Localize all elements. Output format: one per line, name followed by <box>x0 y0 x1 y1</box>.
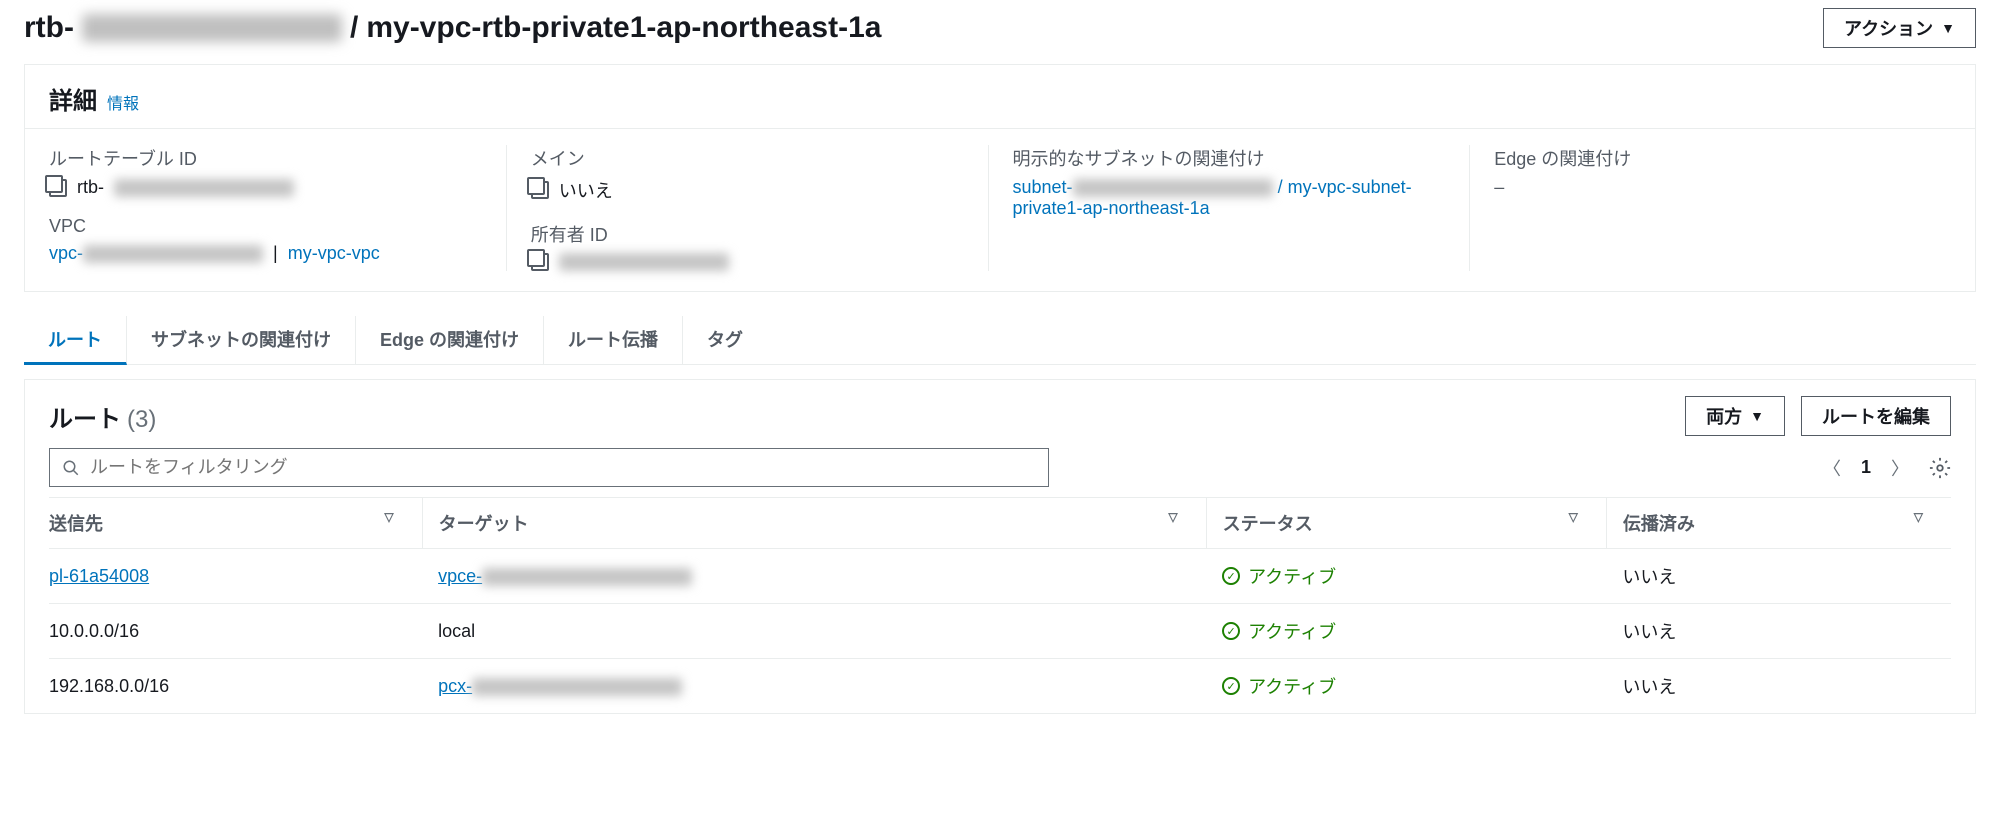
edge-assoc-label: Edge の関連付け <box>1494 145 1927 171</box>
actions-label: アクション <box>1844 15 1933 41</box>
edge-assoc-value: – <box>1494 177 1927 198</box>
vpc-id-redacted <box>83 245 263 263</box>
check-circle-icon <box>1222 567 1240 585</box>
destination-value: 192.168.0.0/16 <box>49 659 422 714</box>
check-circle-icon <box>1222 677 1240 695</box>
col-propagated[interactable]: 伝播済み▽ <box>1606 498 1951 549</box>
status-badge: アクティブ <box>1222 673 1336 699</box>
filter-input[interactable] <box>90 457 1036 478</box>
vpc-link[interactable]: vpc- <box>49 243 263 264</box>
route-table-id-redacted <box>114 179 294 197</box>
details-panel: 詳細 情報 ルートテーブル ID rtb- VPC <box>24 64 1976 292</box>
col-status[interactable]: ステータス▽ <box>1206 498 1606 549</box>
target-redacted <box>472 678 682 696</box>
tab-subnet-associations[interactable]: サブネットの関連付け <box>127 316 356 364</box>
routes-table: 送信先▽ ターゲット▽ ステータス▽ 伝播済み▽ pl-61a54008 vpc… <box>49 497 1951 713</box>
sort-icon: ▽ <box>1569 510 1578 524</box>
page-number: 1 <box>1861 457 1871 478</box>
rtb-prefix: rtb- <box>24 11 74 45</box>
tab-edge-associations[interactable]: Edge の関連付け <box>356 316 544 364</box>
tabs: ルート サブネットの関連付け Edge の関連付け ルート伝播 タグ <box>24 316 1976 365</box>
tab-route-propagation[interactable]: ルート伝播 <box>544 316 683 364</box>
table-row: 10.0.0.0/16 local アクティブ いいえ <box>49 604 1951 659</box>
copy-icon[interactable] <box>531 253 549 271</box>
destination-value: 10.0.0.0/16 <box>49 604 422 659</box>
subnet-assoc-label: 明示的なサブネットの関連付け <box>1013 145 1446 171</box>
target-link[interactable]: vpce- <box>438 566 692 586</box>
propagated-value: いいえ <box>1606 549 1951 604</box>
caret-down-icon: ▼ <box>1750 408 1764 424</box>
breadcrumb: rtb- / my-vpc-rtb-private1-ap-northeast-… <box>24 11 881 45</box>
sort-icon: ▽ <box>384 510 393 524</box>
routes-title: ルート <box>49 399 121 434</box>
details-title: 詳細 <box>49 81 97 116</box>
routes-count: (3) <box>127 406 156 434</box>
col-target[interactable]: ターゲット▽ <box>422 498 1206 549</box>
subnet-id-redacted <box>1073 179 1273 197</box>
main-value: いいえ <box>559 177 613 203</box>
sort-icon: ▽ <box>1914 510 1923 524</box>
breadcrumb-separator: / <box>350 11 358 45</box>
tab-routes[interactable]: ルート <box>24 316 127 365</box>
filter-input-wrapper[interactable] <box>49 448 1049 487</box>
copy-icon[interactable] <box>531 181 549 199</box>
sort-icon: ▽ <box>1168 510 1177 524</box>
view-mode-label: 両方 <box>1706 403 1742 429</box>
table-row: pl-61a54008 vpce- アクティブ いいえ <box>49 549 1951 604</box>
rtb-name: my-vpc-rtb-private1-ap-northeast-1a <box>366 11 881 45</box>
table-row: 192.168.0.0/16 pcx- アクティブ いいえ <box>49 659 1951 714</box>
owner-id-redacted <box>559 253 729 271</box>
search-icon <box>62 459 80 477</box>
status-badge: アクティブ <box>1222 618 1336 644</box>
target-value: local <box>422 604 1206 659</box>
subnet-link[interactable]: subnet- <box>1013 177 1278 197</box>
main-label: メイン <box>531 145 964 171</box>
route-table-id-value: rtb- <box>77 177 104 198</box>
rtb-id-redacted <box>82 14 342 42</box>
propagated-value: いいえ <box>1606 659 1951 714</box>
destination-link[interactable]: pl-61a54008 <box>49 566 149 586</box>
vpc-sep: | <box>273 243 278 264</box>
route-table-id-label: ルートテーブル ID <box>49 145 482 171</box>
caret-down-icon: ▼ <box>1941 20 1955 36</box>
actions-button[interactable]: アクション ▼ <box>1823 8 1976 48</box>
view-mode-button[interactable]: 両方 ▼ <box>1685 396 1785 436</box>
target-link[interactable]: pcx- <box>438 676 682 696</box>
check-circle-icon <box>1222 622 1240 640</box>
vpc-name-link[interactable]: my-vpc-vpc <box>288 243 380 264</box>
routes-panel: ルート (3) 両方 ▼ ルートを編集 〈 1 〉 <box>24 379 1976 714</box>
copy-icon[interactable] <box>49 179 67 197</box>
prev-page-button[interactable]: 〈 <box>1823 455 1841 481</box>
gear-icon[interactable] <box>1929 457 1951 479</box>
tab-tags[interactable]: タグ <box>683 316 767 364</box>
subnet-sep: / <box>1278 177 1288 197</box>
col-destination[interactable]: 送信先▽ <box>49 498 422 549</box>
owner-label: 所有者 ID <box>531 221 964 247</box>
target-redacted <box>482 568 692 586</box>
vpc-label: VPC <box>49 216 482 237</box>
info-link[interactable]: 情報 <box>107 90 139 114</box>
propagated-value: いいえ <box>1606 604 1951 659</box>
edit-routes-button[interactable]: ルートを編集 <box>1801 396 1951 436</box>
status-badge: アクティブ <box>1222 563 1336 589</box>
next-page-button[interactable]: 〉 <box>1891 455 1909 481</box>
